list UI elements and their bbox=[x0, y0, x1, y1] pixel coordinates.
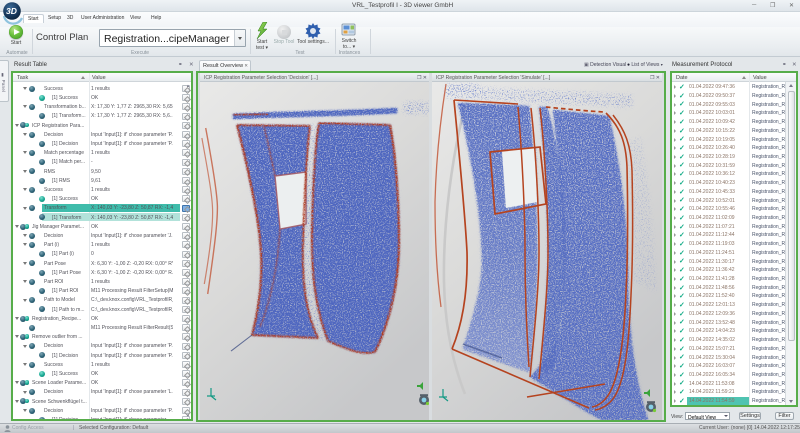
svg-text:3D: 3D bbox=[6, 6, 17, 16]
